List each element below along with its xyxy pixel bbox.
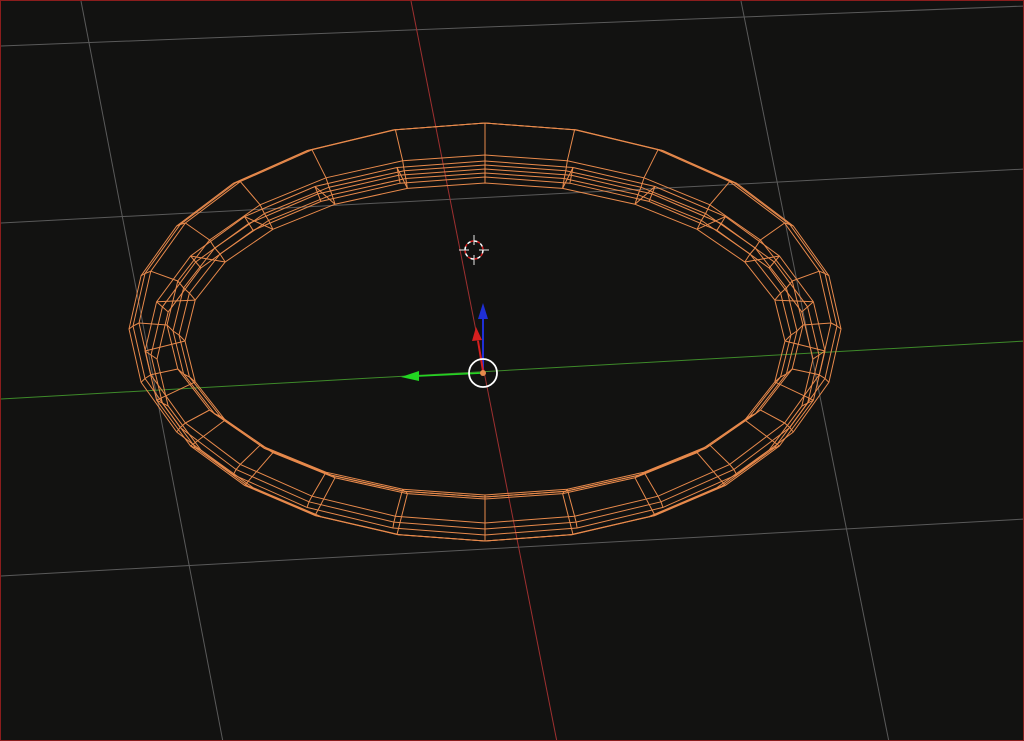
viewport-canvas[interactable] [1, 1, 1024, 741]
ring-segment-edge [311, 471, 327, 497]
ring-segment-edge [150, 270, 178, 282]
ring-segment-edge [314, 477, 336, 516]
ring-segment-edge [648, 515, 653, 518]
ring-segment-edge [185, 409, 210, 424]
ring-segment-edge [394, 489, 404, 517]
grid-line [1, 518, 1023, 577]
ring-segment-edge [749, 247, 756, 255]
ring-segment-edge [209, 239, 216, 249]
gizmo-x-head[interactable] [472, 327, 482, 341]
ring-loop-edge [150, 168, 820, 542]
ring-segment-edge [393, 516, 396, 523]
ring-segment-edge [574, 516, 577, 523]
ring-segment-edge [696, 452, 726, 486]
ring-segment-edge [140, 378, 146, 383]
ring-segment-edge [660, 501, 664, 508]
ring-segment-edge [744, 419, 780, 447]
ring-segment-edge [185, 222, 210, 241]
ring-segment-edge [189, 292, 196, 301]
ring-segment-edge [239, 181, 261, 206]
ring-segment-edge [328, 474, 333, 476]
ring-segment-edge [311, 149, 327, 179]
ring-segment-edge [569, 175, 572, 184]
ring-segment-edge [235, 464, 241, 470]
ring-segment-edge [768, 261, 775, 269]
ring-segment-edge [643, 149, 659, 179]
3d-viewport[interactable] [0, 0, 1024, 741]
ring-loop-edge [172, 164, 798, 498]
ring-loop-edge [178, 172, 792, 498]
3d-cursor-icon[interactable] [459, 235, 489, 265]
ring-segment-edge [214, 247, 221, 255]
ring-segment-edge [314, 515, 319, 517]
ring-segment-edge [729, 464, 735, 470]
ring-segment-edge [575, 522, 578, 529]
ring-segment-edge [802, 322, 832, 326]
ring-segment-edge [640, 177, 645, 188]
ring-segment-edge [392, 522, 395, 529]
ring-segment-edge [760, 222, 785, 241]
ring-segment-edge [144, 374, 152, 379]
ring-segment-edge [657, 495, 662, 503]
ring-segment-edge [774, 292, 781, 301]
ring-segment-edge [634, 477, 656, 516]
ring-segment-edge [784, 340, 826, 352]
ring-loop-edge [166, 154, 804, 496]
ring-segment-edge [709, 444, 731, 465]
ring-segment-edge [760, 409, 785, 424]
torus-ring-wireframe[interactable] [128, 122, 842, 542]
ring-segment-edge [818, 374, 826, 379]
ring-segment-edge [144, 340, 186, 352]
ring-segment-edge [394, 129, 404, 161]
ring-segment-edge [716, 223, 722, 231]
ring-segment-edge [807, 301, 814, 308]
ring-segment-edge [244, 452, 274, 486]
ring-segment-edge [162, 306, 169, 313]
ring-segment-edge [239, 444, 261, 465]
grid-line [80, 1, 224, 740]
ring-segment-edge [566, 489, 576, 517]
ring-segment-edge [402, 160, 405, 171]
ring-segment-edge [754, 239, 761, 249]
ring-segment-edge [195, 261, 202, 269]
ring-segment-edge [565, 160, 568, 171]
grid-line [1, 168, 1023, 224]
ring-segment-edge [566, 129, 576, 161]
ring-segment-edge [643, 471, 659, 497]
ring-segment-edge [651, 515, 656, 517]
ring-segment-edge [824, 378, 830, 383]
ring-segment-edge [637, 474, 642, 476]
ring-segment-edge [308, 495, 313, 503]
transform-gizmo-icon[interactable] [401, 303, 488, 381]
ring-segment-edge [156, 301, 163, 308]
ring-loop-edge [132, 122, 838, 530]
grid-line [1, 5, 1023, 47]
ring-segment-edge [248, 223, 254, 231]
ring-segment-edge [398, 175, 401, 184]
ring-segment-edge [325, 177, 330, 188]
gizmo-z-head[interactable] [478, 303, 488, 319]
ring-segment-edge [317, 515, 322, 518]
ring-segment-edge [306, 501, 310, 508]
ring-segment-edge [190, 419, 226, 447]
